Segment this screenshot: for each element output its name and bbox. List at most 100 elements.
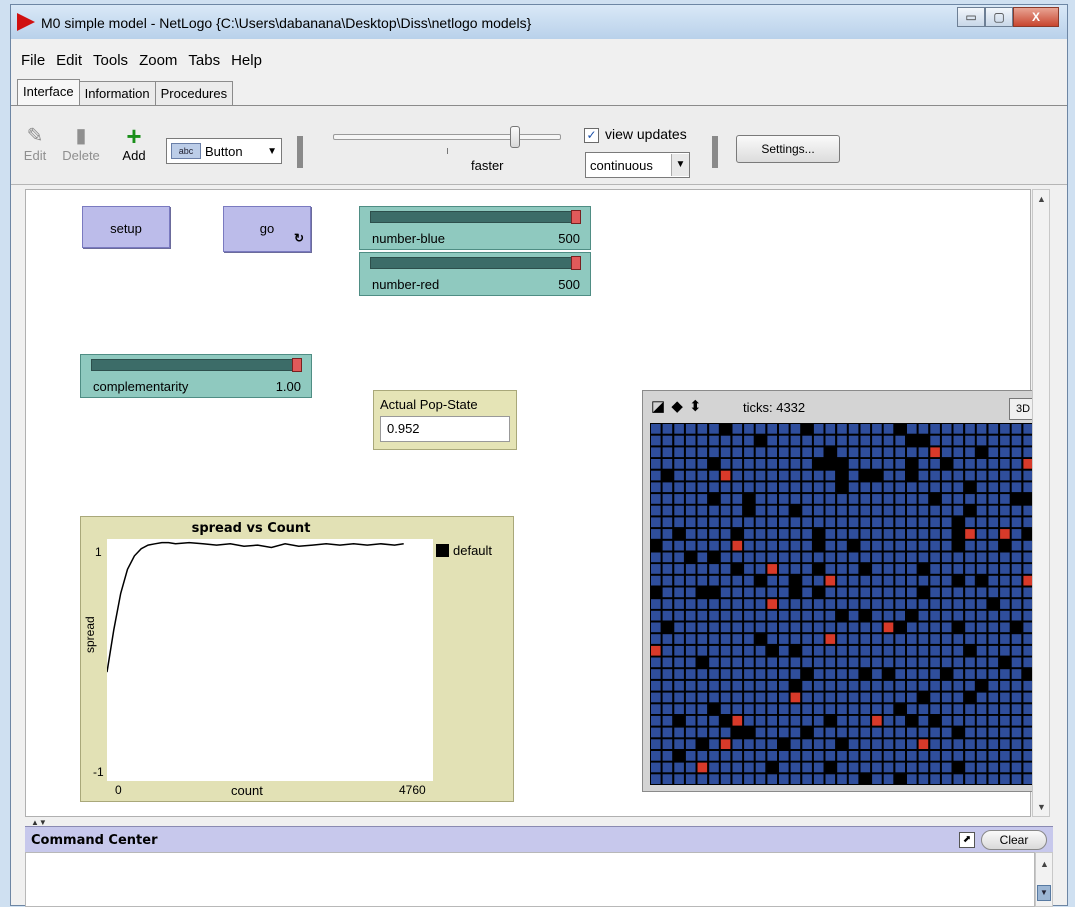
menu-zoom[interactable]: Zoom [139,52,177,69]
tab-procedures[interactable]: Procedures [154,81,234,106]
menu-edit[interactable]: Edit [56,52,82,69]
patch [685,435,696,446]
view-updates-checkbox[interactable]: ✓ [584,128,599,143]
tab-information[interactable]: Information [78,81,156,106]
patch [825,657,836,668]
speed-slider-track[interactable] [333,134,561,140]
patch [802,505,812,516]
patch [744,645,754,656]
slider-number-red[interactable]: number-red 500 [359,252,591,296]
patch [709,692,719,703]
slider-number-blue[interactable]: number-blue 500 [359,206,591,250]
patch [837,774,847,784]
menu-tabs[interactable]: Tabs [188,52,220,69]
patch [918,435,929,446]
scroll-down-icon[interactable]: ▼ [1037,885,1051,901]
update-mode-select[interactable]: continuous ▼ [585,152,690,178]
patch [1000,669,1010,679]
patch [790,482,801,493]
world-view[interactable]: ◪ ◆ ⬍ ticks: 4332 3D [642,390,1044,792]
tab-interface[interactable]: Interface [17,79,80,106]
slider-thumb[interactable] [571,256,581,270]
slider-track[interactable] [370,256,581,270]
patch [744,634,754,644]
command-center-scrollbar[interactable]: ▲ ▼ [1035,852,1053,907]
patch [755,599,766,609]
patch [953,552,964,563]
patch [988,622,999,633]
patch [697,575,708,586]
patch [709,645,719,656]
scroll-up-icon[interactable]: ▲ [1037,194,1046,204]
patch [825,762,836,773]
patch [802,669,812,679]
scroll-down-icon[interactable]: ▼ [1037,802,1046,812]
patch [872,704,882,714]
patch [953,482,964,493]
close-button[interactable]: X [1013,7,1059,27]
speed-slider-thumb[interactable] [510,126,521,148]
menu-tools[interactable]: Tools [93,52,128,69]
setup-button[interactable]: setup [82,206,170,248]
patch [709,575,719,586]
patch [662,645,673,656]
minimize-button[interactable]: ▭ [957,7,985,27]
slider-thumb[interactable] [292,358,302,372]
maximize-button[interactable]: ▢ [985,7,1013,27]
patch [662,762,673,773]
patch [976,610,987,621]
patch [860,587,871,598]
patch [767,540,777,551]
menu-file[interactable]: File [21,52,45,69]
patch [662,587,673,598]
add-tool[interactable]: + Add [114,123,154,163]
patch [767,470,777,481]
patch [732,610,743,621]
go-button[interactable]: go ↻ [223,206,311,252]
view-nav-icon[interactable]: ◪ ◆ ⬍ [651,397,703,415]
patch [755,517,766,528]
patch [1011,552,1022,563]
patch [790,692,801,703]
patch [1011,774,1022,784]
slider-track[interactable] [91,358,302,372]
patch [744,657,754,668]
delete-tool[interactable]: ▮ Delete [61,124,101,163]
patch [930,587,940,598]
plot-svg [106,541,404,673]
patch [662,459,673,469]
command-center-output[interactable] [25,852,1035,907]
patch [988,505,999,516]
scroll-up-icon[interactable]: ▲ [1040,859,1049,869]
patch [720,494,731,504]
patch [744,704,754,714]
slider-thumb[interactable] [571,210,581,224]
canvas-scrollbar[interactable]: ▲ ▼ [1032,189,1050,817]
patch [907,622,917,633]
slider-complementarity[interactable]: complementarity 1.00 [80,354,312,398]
clear-button[interactable]: Clear [981,830,1047,850]
slider-track[interactable] [370,210,581,224]
patch [976,529,987,539]
menu-help[interactable]: Help [231,52,262,69]
patch [848,540,859,551]
widget-type-select[interactable]: abc Button ▼ [166,138,282,164]
settings-button[interactable]: Settings... [736,135,840,163]
patch [779,692,789,703]
patch [825,435,836,446]
patch [662,704,673,714]
patch [907,447,917,458]
patch [907,564,917,574]
patch [755,715,766,726]
edit-tool[interactable]: ✎ Edit [15,124,55,163]
patch [1011,751,1022,761]
patch [860,774,871,784]
patch [976,424,987,434]
patch [837,470,847,481]
patch [895,727,905,738]
patch [988,435,999,446]
patch [662,494,673,504]
popout-icon[interactable]: ⬈ [959,832,975,848]
patch [825,645,836,656]
patch [662,552,673,563]
